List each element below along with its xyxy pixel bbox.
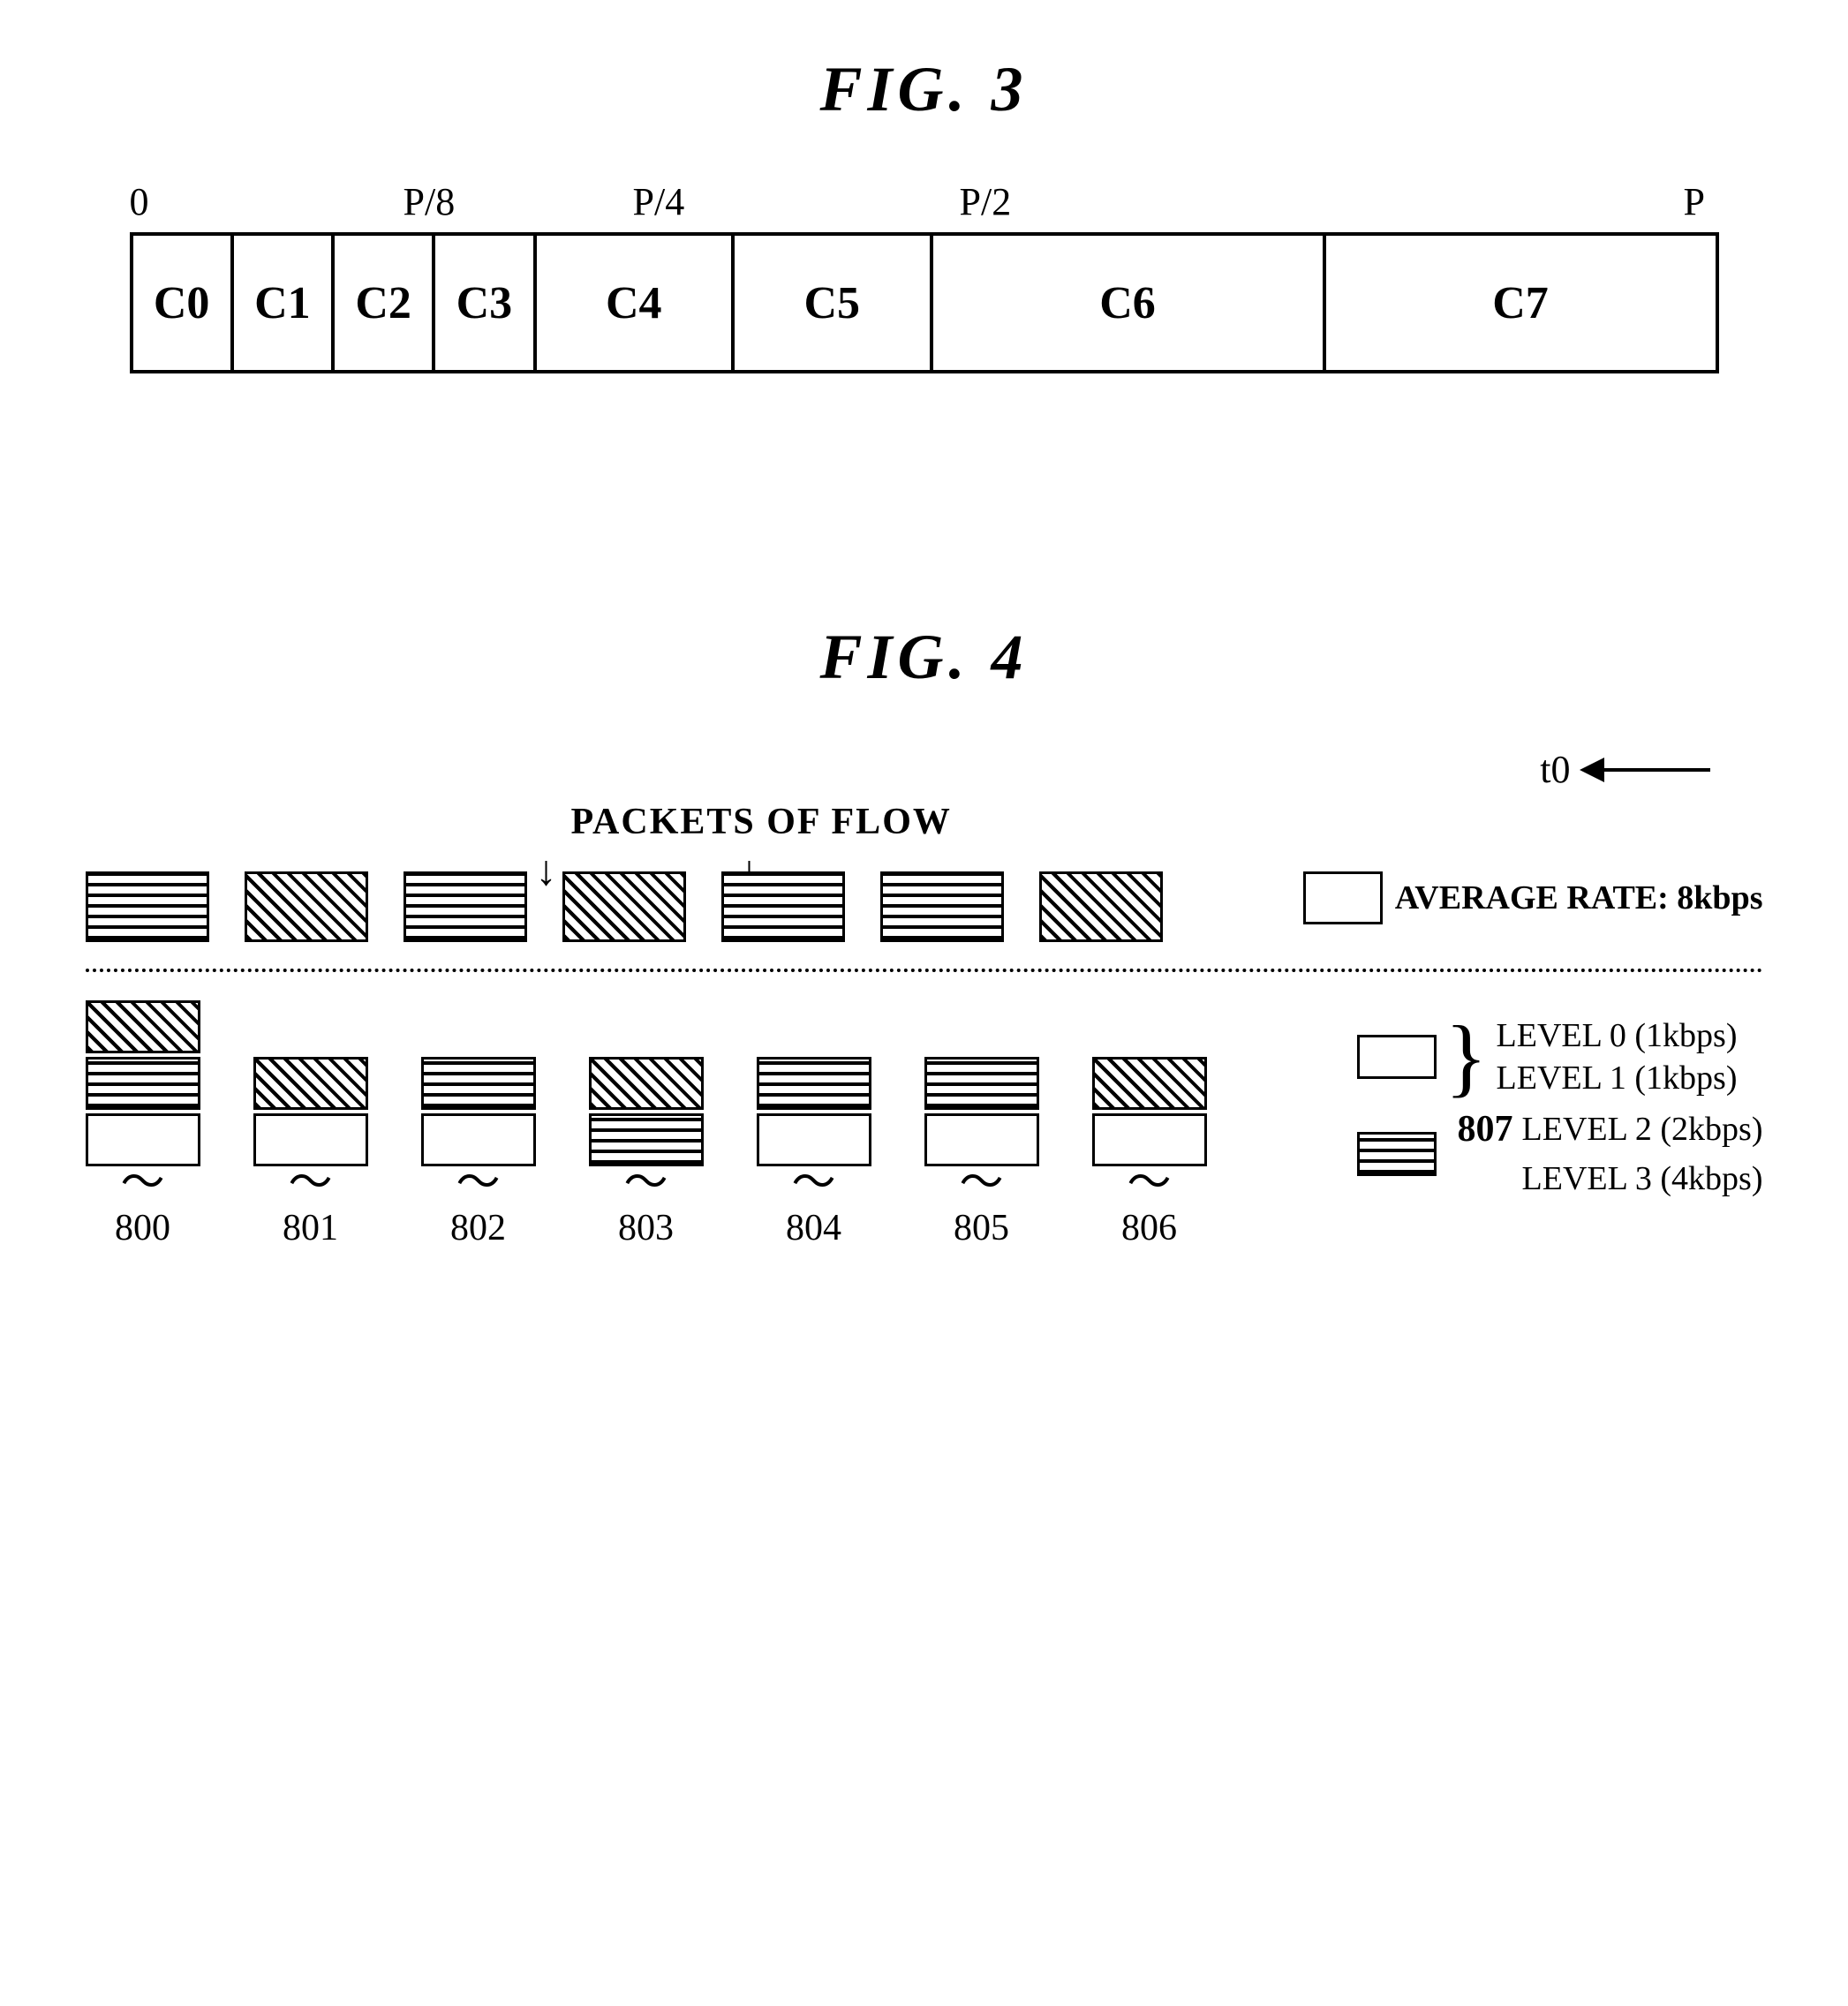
page: FIG. 3 0 P/8 P/4 P/2 P C0 C1 C2 C3 C4 C5… [0,0,1848,2006]
pkt-802-tail: 〜 [456,1165,501,1200]
pkt-group-805-label: 805 [954,1207,1009,1249]
arrow-head-icon [1580,758,1604,782]
bottom-packet-groups: 〜 800 〜 801 〜 802 [86,999,1322,1249]
pkt-806-tail: 〜 [1128,1165,1172,1200]
pkt-800-layer2 [86,1000,200,1053]
segment-c0: C0 [133,236,234,370]
legend-level1-text: LEVEL 1 (1kbps) [1497,1059,1738,1097]
axis-label-p4: P/4 [633,179,685,224]
legend-807-row: 807 LEVEL 2 (2kbps) [1458,1108,1763,1150]
fig3-title: FIG. 3 [819,53,1028,126]
stream-pkt-5 [880,871,1004,942]
pkt-group-803: 〜 803 [589,1055,704,1249]
fig4-section: t0 PACKETS OF FLOW ↓ ↓ [86,747,1763,1249]
segment-c2: C2 [335,236,435,370]
legend-level2-text: LEVEL 2 (2kbps) [1522,1110,1763,1149]
legend-levels-text: LEVEL 0 (1kbps) LEVEL 1 (1kbps) [1497,1016,1738,1097]
pkt-group-805: 〜 805 [924,1055,1039,1249]
segment-c6: C6 [933,236,1326,370]
pkt-group-800-label: 800 [115,1207,170,1249]
legend-container: AVERAGE RATE: 8kbps [1303,863,1763,924]
pkt-group-804-label: 804 [786,1207,841,1249]
bottom-section: 〜 800 〜 801 〜 802 [86,999,1763,1249]
fig4-title: FIG. 4 [819,621,1028,694]
stream-pkt-3 [562,871,686,942]
legend-807-group: 807 LEVEL 2 (2kbps) 807 LEVEL 3 (4kbps) [1458,1108,1763,1200]
pkt-804-tail: 〜 [792,1165,836,1200]
axis-label-p2: P/2 [960,179,1012,224]
stream-and-legend: AVERAGE RATE: 8kbps [86,871,1763,942]
legend-level0-text: LEVEL 0 (1kbps) [1497,1016,1738,1055]
pkt-group-804: 〜 804 [757,1055,871,1249]
stream-pkt-1 [245,871,368,942]
pkt-801-layer1 [253,1057,368,1110]
segment-c7: C7 [1326,236,1716,370]
bottom-legend: } LEVEL 0 (1kbps) LEVEL 1 (1kbps) 807 LE… [1357,1016,1763,1200]
brace-icon: } [1445,1030,1488,1083]
segment-c1: C1 [234,236,335,370]
pkt-806-layer2 [1092,1057,1207,1110]
legend-level1-row: 807 LEVEL 2 (2kbps) 807 LEVEL 3 (4kbps) [1357,1108,1763,1200]
pkt-800-layer1 [86,1057,200,1110]
pkt-803-layer2 [589,1057,704,1110]
axis-label-0: 0 [130,179,149,224]
t0-row: t0 [86,747,1763,792]
legend-brace-01: } [1445,1030,1488,1083]
legend-level3-row: 807 LEVEL 3 (4kbps) [1458,1158,1763,1200]
pkt-group-806-label: 806 [1121,1207,1177,1249]
pkt-802-layer1 [421,1057,536,1110]
pkt-group-802: 〜 802 [421,1055,536,1249]
t0-label: t0 [1540,747,1570,792]
pkt-group-802-label: 802 [450,1207,506,1249]
legend-level0-box [1357,1035,1437,1079]
pkt-805-tail: 〜 [960,1165,1004,1200]
stream-pkt-4 [721,871,845,942]
pkt-804-layer1 [757,1057,871,1110]
segment-c5: C5 [735,236,933,370]
segment-c4: C4 [537,236,735,370]
dotted-divider [86,969,1763,972]
pkt-801-tail: 〜 [289,1165,333,1200]
packets-of-flow-label: PACKETS OF FLOW [571,801,952,843]
legend-level1-box [1357,1132,1437,1176]
axis-label-p8: P/8 [404,179,456,224]
avg-rate-text: AVERAGE RATE: 8kbps [1395,879,1763,917]
fig3-segment-bar: C0 C1 C2 C3 C4 C5 C6 C7 [130,232,1719,373]
pkt-800-tail: 〜 [121,1165,165,1200]
legend-avg-box [1303,871,1383,924]
pkt-803-tail: 〜 [624,1165,668,1200]
legend-level0-row: } LEVEL 0 (1kbps) LEVEL 1 (1kbps) [1357,1016,1763,1097]
stream-pkt-6 [1039,871,1163,942]
arrow-line [1604,768,1710,772]
pkt-805-layer1 [924,1057,1039,1110]
packets-label-area: PACKETS OF FLOW ↓ ↓ [86,801,1763,871]
pkt-group-801-label: 801 [283,1207,338,1249]
axis-label-p: P [1684,179,1705,224]
t0-arrow [1580,758,1710,782]
legend-level3-text: LEVEL 3 (4kbps) [1522,1159,1763,1198]
pkt-group-801: 〜 801 [253,1055,368,1249]
stream-pkt-2 [404,871,527,942]
segment-c3: C3 [435,236,536,370]
fig3-axis: 0 P/8 P/4 P/2 P [130,179,1719,232]
pkt-group-800: 〜 800 [86,999,200,1249]
stream-pkt-0 [86,871,209,942]
pkt-group-803-label: 803 [618,1207,674,1249]
legend-807-number: 807 [1458,1108,1513,1150]
pkt-group-806: 〜 806 [1092,1055,1207,1249]
